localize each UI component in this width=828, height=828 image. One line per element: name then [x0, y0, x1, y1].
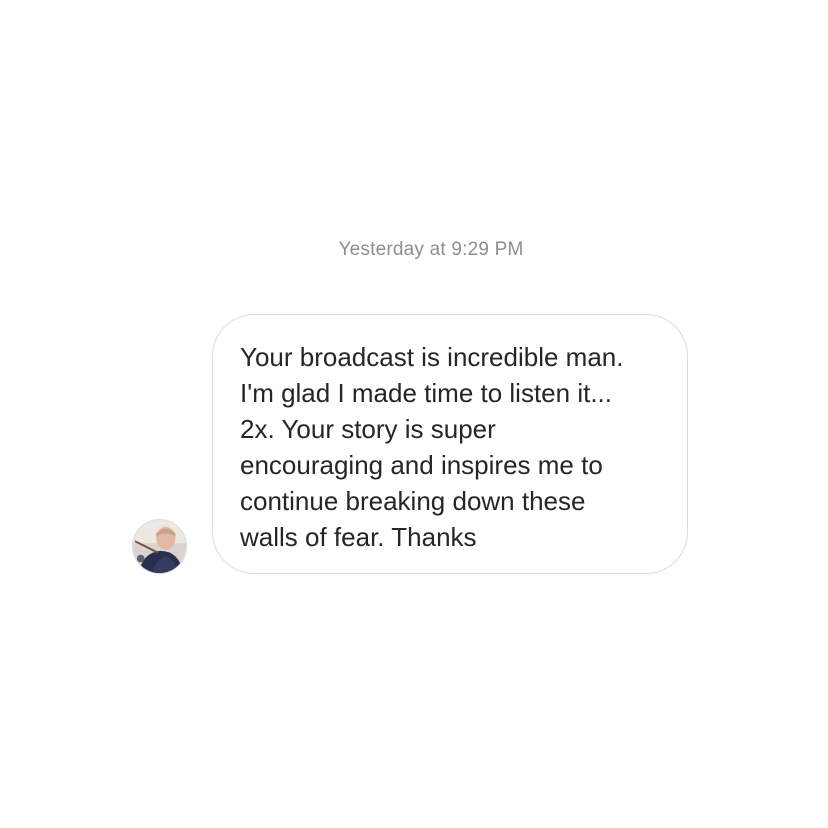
profile-photo-icon — [133, 520, 186, 573]
message-bubble[interactable]: Your broadcast is incredible man. I'm gl… — [212, 314, 688, 574]
message-timestamp: Yesterday at 9:29 PM — [338, 239, 524, 260]
sender-avatar[interactable] — [132, 519, 187, 574]
message-text: Your broadcast is incredible man. I'm gl… — [240, 342, 624, 552]
